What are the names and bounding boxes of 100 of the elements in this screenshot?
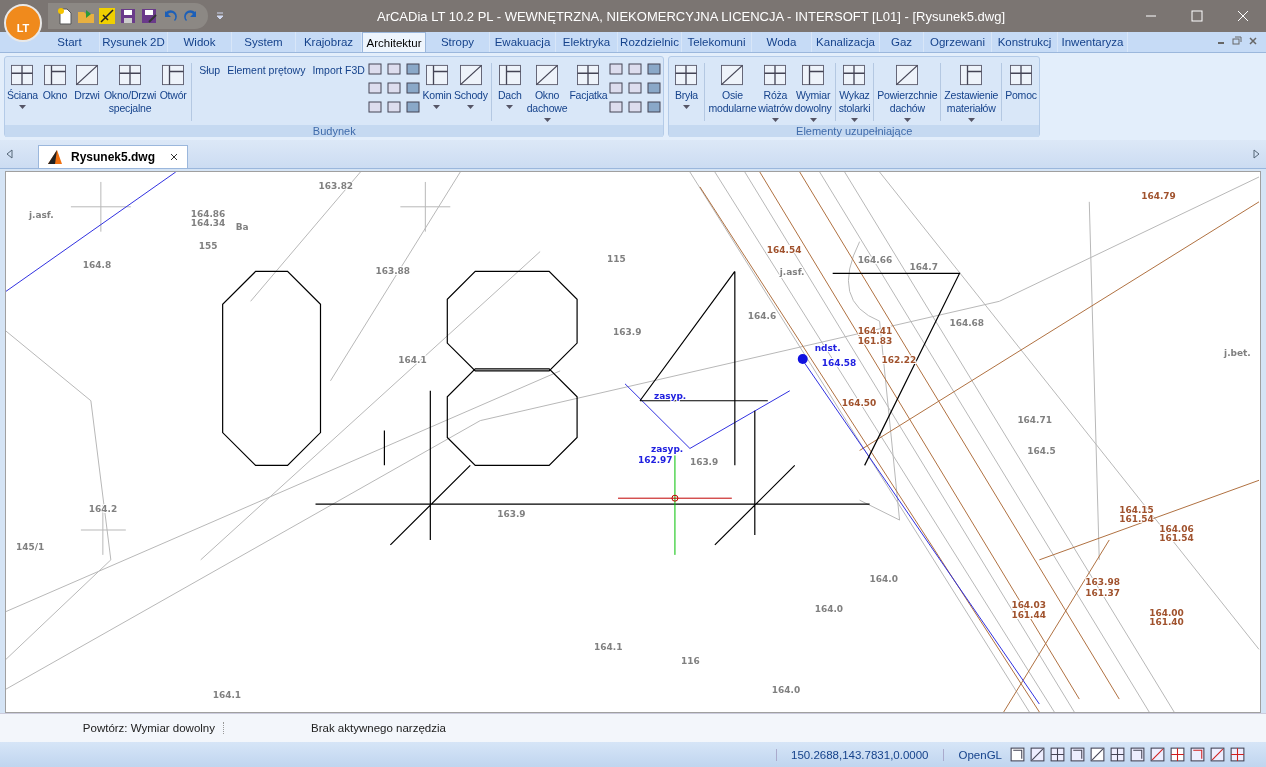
ribbon-button[interactable]: Wymiar dowolny (793, 59, 833, 124)
ribbon-button[interactable]: Osie modularne (707, 59, 758, 117)
ribbon-button[interactable]: Drzwi (70, 59, 103, 104)
ribbon-tab[interactable]: Architektur (362, 32, 426, 52)
map-label: 161.83 (857, 336, 893, 347)
map-label: 164.00 (1149, 607, 1184, 618)
tool-icon[interactable] (366, 61, 383, 77)
map-label: j.bet. (1224, 348, 1251, 358)
toggle-icon[interactable] (1169, 746, 1186, 763)
ribbon-button[interactable]: Wykaz stolarki (837, 59, 872, 124)
window-title: ArCADia LT 10.2 PL - WEWNĘTRZNA, NIEKOMERCYJNA LICENCJA - INTERSOFT [L01] - [Rysunek5.dwg] (376, 8, 1006, 24)
tool-icon[interactable] (646, 61, 663, 77)
coordinates-text: 150.2688,143.7831,0.0000 (776, 748, 944, 761)
ribbon-button[interactable]: Otwór (157, 59, 190, 104)
map-label: 164.0 (771, 685, 801, 696)
toggle-icon[interactable] (1029, 746, 1046, 763)
toggle-icon[interactable] (1089, 746, 1106, 763)
toggle-icon[interactable] (1109, 746, 1126, 763)
ribbon-button[interactable]: Pomoc (1004, 59, 1038, 104)
ribbon-button[interactable]: Element prętowy (222, 59, 308, 80)
map-label: 164.0 (814, 603, 844, 614)
map-label: 116 (680, 656, 700, 667)
tool-icon[interactable] (404, 80, 421, 96)
tool-icon[interactable] (608, 61, 625, 77)
ribbon-button[interactable]: Okno/Drzwi specjalne (102, 59, 158, 117)
command-repeat-text: Powtórz: Wymiar dowolny (0, 722, 224, 734)
restore-icon[interactable] (1232, 36, 1242, 46)
tool-icon[interactable] (404, 61, 421, 77)
map-label: 164.8 (82, 260, 112, 271)
document-tab[interactable]: Rysunek5.dwg (38, 145, 189, 168)
tool-icon[interactable] (608, 80, 625, 96)
map-label: zasyp. (650, 444, 684, 455)
ribbon-button[interactable]: Import F3D (307, 59, 367, 80)
command-status-text: Brak aktywnego narzędzia (311, 722, 446, 734)
map-label: 163.98 (1085, 576, 1120, 587)
map-label: zasyp. (653, 390, 687, 401)
close-icon[interactable] (169, 152, 180, 162)
save-as-icon[interactable] (140, 7, 158, 25)
ribbon-button[interactable]: Słup (194, 59, 223, 80)
toggle-icon[interactable] (1229, 746, 1246, 763)
map-label: 164.1 (594, 642, 623, 653)
ribbon-button[interactable]: Okno dachowe (525, 59, 569, 124)
group-title: Budynek (5, 125, 664, 137)
map-label: 161.54 (1119, 514, 1154, 525)
toggle-icon[interactable] (1049, 746, 1066, 763)
ribbon-button[interactable]: Bryła (670, 59, 703, 111)
toggle-icon[interactable] (1149, 746, 1166, 763)
map-label: 163.82 (318, 180, 354, 191)
tool-icon[interactable] (404, 99, 421, 115)
map-label: 161.40 (1149, 617, 1184, 628)
map-label: 164.15 (1119, 505, 1154, 516)
map-label: 161.37 (1085, 587, 1120, 598)
tool-icon[interactable] (385, 99, 402, 115)
map-label: 164.03 (1011, 599, 1047, 610)
map-label: 164.41 (857, 326, 893, 337)
tool-icon[interactable] (385, 80, 402, 96)
toggle-icon[interactable] (1009, 746, 1026, 763)
map-label: 163.9 (497, 509, 526, 520)
ribbon-button[interactable]: Powierzchnie dachów (876, 59, 939, 124)
tool-icon[interactable] (385, 61, 402, 77)
toggle-icon[interactable] (1069, 746, 1086, 763)
map-label: 164.86 (190, 208, 226, 219)
toggle-icon[interactable] (1209, 746, 1226, 763)
ribbon-button[interactable]: Róża wiatrów (757, 59, 794, 124)
ribbon-button[interactable]: Schody (452, 59, 489, 111)
tool-icon[interactable] (627, 99, 644, 115)
map-label: j.asf. (28, 209, 54, 220)
ribbon-button[interactable]: Dach (493, 59, 526, 111)
map-label: 164.6 (747, 311, 777, 322)
map-label: 163.9 (689, 457, 719, 468)
tool-icon[interactable] (608, 99, 625, 115)
ribbon-button[interactable]: Komin (420, 59, 453, 111)
tool-icon[interactable] (646, 80, 663, 96)
map-label: 164.06 (1159, 524, 1194, 534)
map-label: 164.66 (857, 255, 893, 266)
customize-caret-icon[interactable] (216, 12, 224, 20)
renderer-button[interactable]: OpenGL (958, 748, 1002, 761)
pen-tool-icon[interactable] (98, 7, 116, 25)
triangle-icon (47, 149, 63, 165)
new-file-icon[interactable] (56, 7, 74, 25)
map-label: 164.1 (212, 690, 242, 701)
map-label: 164.79 (1141, 190, 1176, 201)
toggle-icon[interactable] (1189, 746, 1206, 763)
ribbon-button[interactable]: Facjatka (568, 59, 609, 104)
map-label: 115 (607, 254, 626, 265)
tool-icon[interactable] (366, 99, 383, 115)
tool-icon[interactable] (627, 61, 644, 77)
save-icon[interactable] (119, 7, 137, 25)
map-label: 164.7 (909, 262, 938, 273)
tool-icon[interactable] (627, 80, 644, 96)
scroll-left-icon[interactable] (6, 149, 14, 159)
tool-icon[interactable] (366, 80, 383, 96)
ribbon-button[interactable]: Ściana (6, 59, 39, 111)
toggle-icon[interactable] (1129, 746, 1146, 763)
ribbon-button[interactable]: Zestawienie materiałów (943, 59, 1000, 124)
map-label: 164.68 (949, 318, 985, 329)
map-label: 161.44 (1011, 609, 1047, 620)
scroll-right-icon[interactable] (1252, 149, 1260, 159)
tool-icon[interactable] (646, 99, 663, 115)
ribbon-button[interactable]: Okno (38, 59, 71, 104)
